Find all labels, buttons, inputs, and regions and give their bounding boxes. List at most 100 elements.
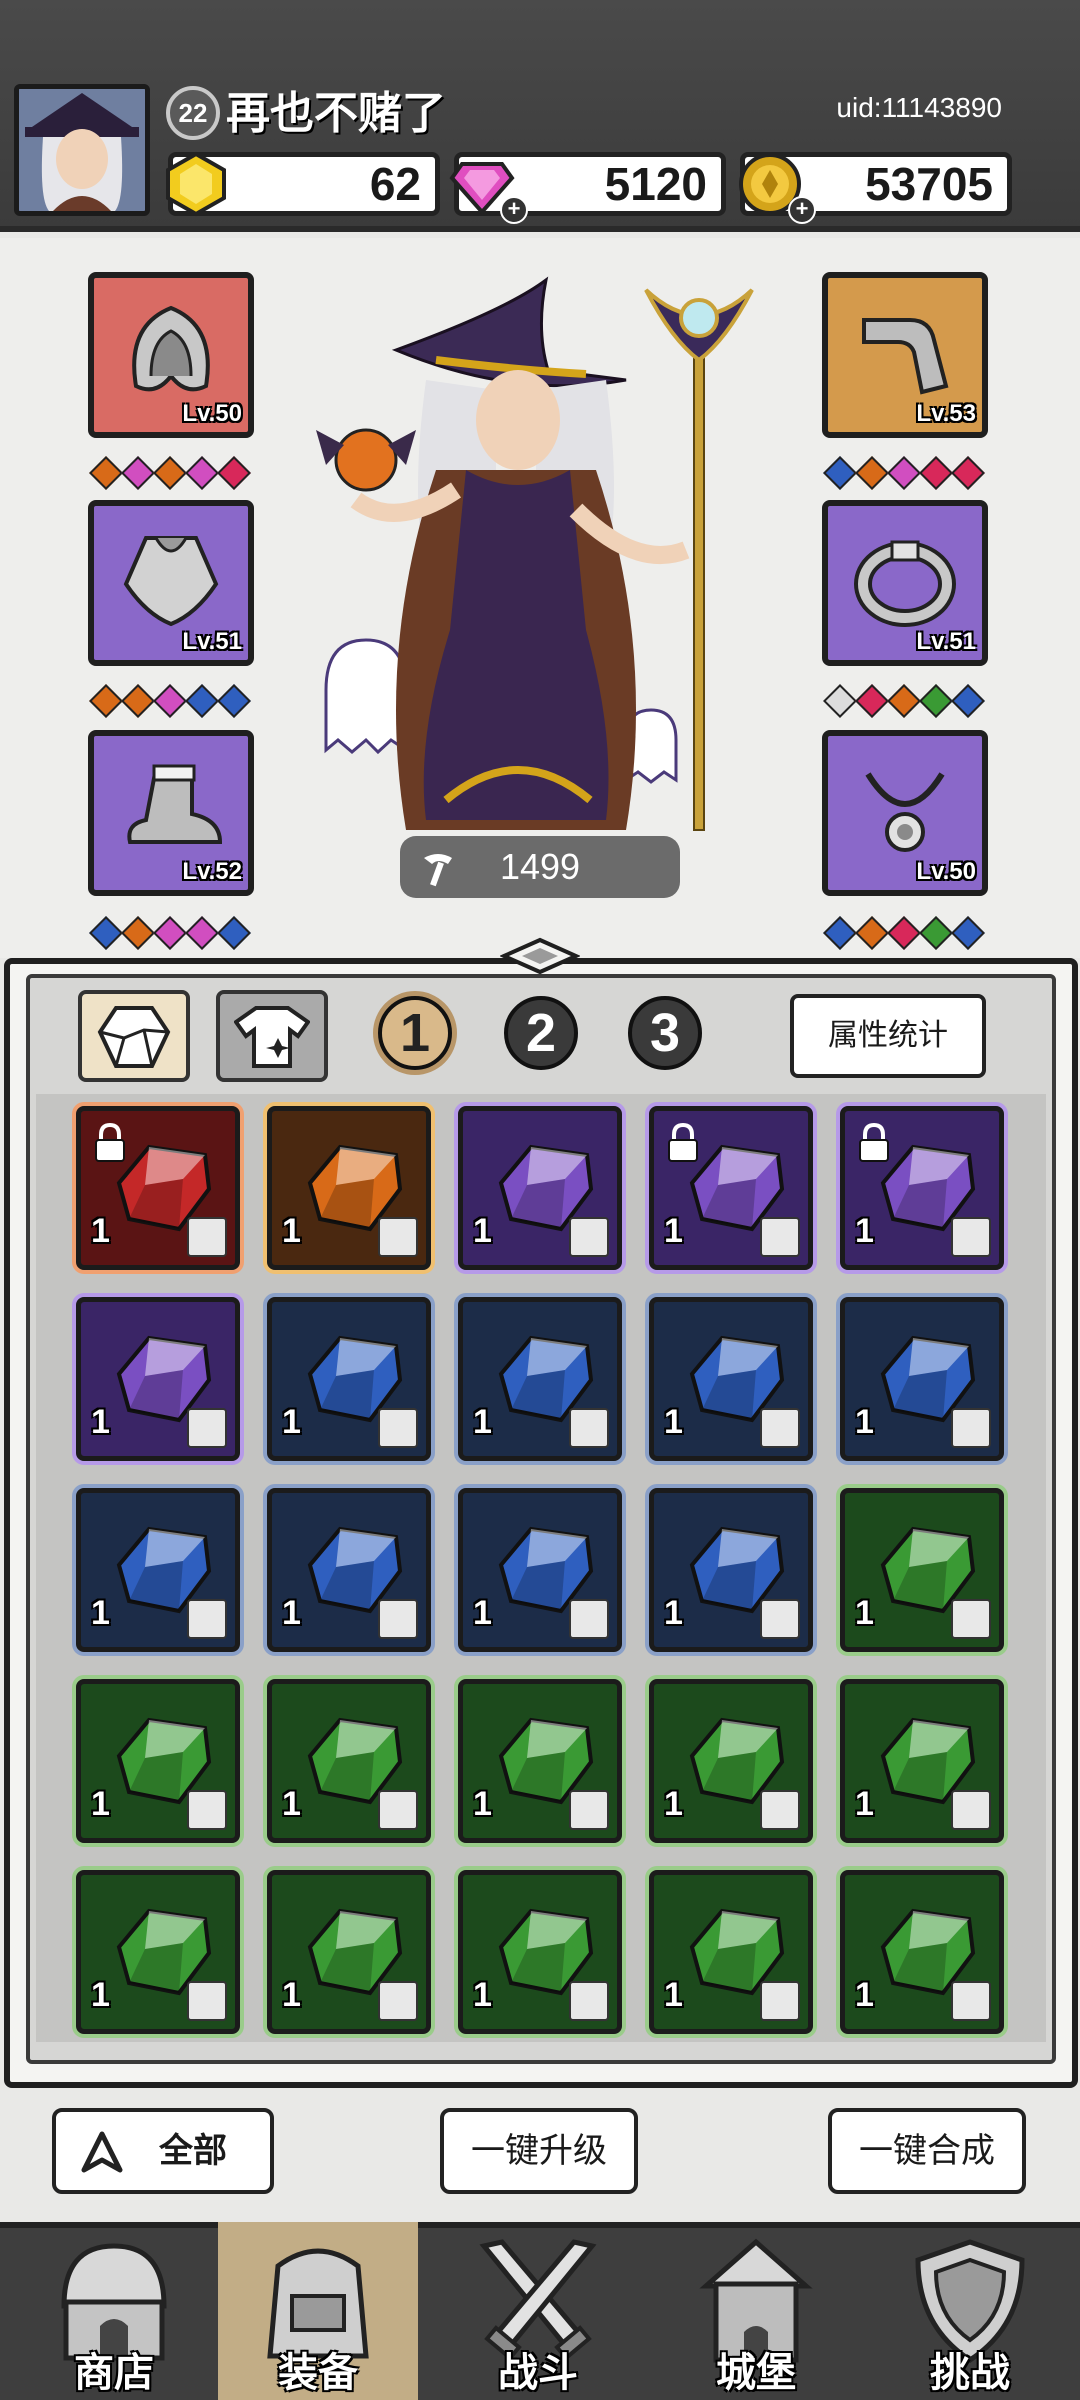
nav-label: 挑战 xyxy=(930,2350,1010,2396)
slot-type-icon xyxy=(760,1981,800,2021)
inventory-item[interactable]: 1 xyxy=(267,1870,431,2034)
inventory-item[interactable]: 1 xyxy=(76,1488,240,1652)
one-click-upgrade-button[interactable]: 一键升级 xyxy=(440,2108,638,2194)
filter-all-label: 全部 xyxy=(159,2131,227,2171)
inventory-item[interactable]: 1 xyxy=(76,1679,240,1843)
power-bar: 1499 xyxy=(400,836,680,898)
item-count: 1 xyxy=(282,1785,301,1823)
player-uid: uid:11143890 xyxy=(836,92,1002,123)
inventory-item[interactable]: 1 xyxy=(840,1870,1004,2034)
page-button-3[interactable]: 3 xyxy=(628,996,702,1070)
equip-slot-necklace[interactable]: Lv.50 xyxy=(822,730,988,896)
item-count: 1 xyxy=(473,1403,492,1441)
add-coins-button[interactable]: + xyxy=(788,196,816,224)
inventory-item[interactable]: 1 xyxy=(76,1106,240,1270)
slot-type-icon xyxy=(187,1217,227,1257)
slot-type-icon xyxy=(951,1408,991,1448)
inventory-item[interactable]: 1 xyxy=(649,1297,813,1461)
slot-type-icon xyxy=(378,1599,418,1639)
yellow-gem-icon xyxy=(166,151,226,217)
inventory-item[interactable]: 1 xyxy=(649,1679,813,1843)
inventory-item[interactable]: 1 xyxy=(649,1488,813,1652)
page-button-2[interactable]: 2 xyxy=(504,996,578,1070)
slot-type-icon xyxy=(187,1599,227,1639)
gem-sockets-ring xyxy=(823,684,985,718)
equip-slot-armor[interactable]: Lv.51 xyxy=(88,500,254,666)
item-count: 1 xyxy=(664,1976,683,2014)
item-count: 1 xyxy=(91,1594,110,1632)
nav-challenge[interactable]: 挑战 xyxy=(870,2222,1070,2400)
nav-battle[interactable]: 战斗 xyxy=(438,2222,638,2400)
inventory-item[interactable]: 1 xyxy=(267,1679,431,1843)
gem-outline-icon xyxy=(97,1006,171,1068)
slot-type-icon xyxy=(760,1599,800,1639)
inventory-item[interactable]: 1 xyxy=(649,1106,813,1270)
slot-type-icon xyxy=(760,1217,800,1257)
inventory-item[interactable]: 1 xyxy=(267,1488,431,1652)
inventory-item[interactable]: 1 xyxy=(458,1106,622,1270)
equip-slot-boots[interactable]: Lv.52 xyxy=(88,730,254,896)
inventory-item[interactable]: 1 xyxy=(267,1106,431,1270)
player-name: 再也不赌了 xyxy=(226,88,446,139)
page-button-1[interactable]: 1 xyxy=(378,996,452,1070)
inventory-item[interactable]: 1 xyxy=(649,1870,813,2034)
nav-label: 商店 xyxy=(74,2350,154,2396)
lock-icon xyxy=(668,1123,698,1162)
hammer-icon xyxy=(424,854,452,887)
tab-equipment[interactable] xyxy=(216,990,328,1082)
inventory-item[interactable]: 1 xyxy=(458,1297,622,1461)
inventory-item[interactable]: 1 xyxy=(76,1870,240,2034)
inventory-item[interactable]: 1 xyxy=(840,1297,1004,1461)
item-count: 1 xyxy=(664,1594,683,1632)
stats-button[interactable]: 属性统计 xyxy=(790,994,986,1078)
inventory-item[interactable]: 1 xyxy=(840,1488,1004,1652)
slot-type-icon xyxy=(569,1217,609,1257)
shirt-icon xyxy=(234,1006,310,1068)
add-diamonds-button[interactable]: + xyxy=(500,196,528,224)
item-count: 1 xyxy=(91,1785,110,1823)
item-count: 1 xyxy=(473,1594,492,1632)
lock-icon xyxy=(859,1123,889,1162)
tab-gems[interactable] xyxy=(78,990,190,1082)
bone-icon xyxy=(862,318,949,395)
hood-icon xyxy=(132,305,210,392)
witch-portrait-icon xyxy=(19,89,145,211)
item-count: 1 xyxy=(664,1403,683,1441)
item-count: 1 xyxy=(282,1212,301,1250)
inventory-item[interactable]: 1 xyxy=(458,1679,622,1843)
slot-type-icon xyxy=(569,1981,609,2021)
slot-type-icon xyxy=(951,1217,991,1257)
item-count: 1 xyxy=(664,1785,683,1823)
equip-slot-ring[interactable]: Lv.51 xyxy=(822,500,988,666)
inventory-item[interactable]: 1 xyxy=(267,1297,431,1461)
equip-level: Lv.50 xyxy=(182,400,242,427)
gem-sockets-weapon xyxy=(823,456,985,490)
nav-label: 战斗 xyxy=(498,2350,578,2396)
boot-icon xyxy=(127,764,223,844)
slot-type-icon xyxy=(187,1408,227,1448)
inventory-item[interactable]: 1 xyxy=(840,1106,1004,1270)
nav-equipment[interactable]: 装备 xyxy=(218,2222,418,2400)
inventory-item[interactable]: 1 xyxy=(458,1488,622,1652)
player-avatar[interactable] xyxy=(14,84,150,216)
equip-slot-helmet[interactable]: Lv.50 xyxy=(88,272,254,438)
gem-sockets-helmet xyxy=(89,456,251,490)
item-count: 1 xyxy=(282,1594,301,1632)
ring-icon xyxy=(854,540,956,627)
necklace-icon xyxy=(865,772,945,852)
slot-type-icon xyxy=(187,1790,227,1830)
slot-type-icon xyxy=(951,1981,991,2021)
one-click-merge-button[interactable]: 一键合成 xyxy=(828,2108,1026,2194)
inventory-item[interactable]: 1 xyxy=(840,1679,1004,1843)
inventory-item[interactable]: 1 xyxy=(458,1870,622,2034)
nav-shop[interactable]: 商店 xyxy=(14,2222,214,2400)
item-count: 1 xyxy=(282,1403,301,1441)
gem-sockets-armor xyxy=(89,684,251,718)
slot-type-icon xyxy=(760,1790,800,1830)
equip-slot-weapon[interactable]: Lv.53 xyxy=(822,272,988,438)
inventory-item[interactable]: 1 xyxy=(76,1297,240,1461)
nav-castle[interactable]: 城堡 xyxy=(656,2222,856,2400)
filter-all-button[interactable]: 全部 xyxy=(52,2108,274,2194)
slot-type-icon xyxy=(569,1790,609,1830)
nav-label: 装备 xyxy=(278,2350,358,2396)
